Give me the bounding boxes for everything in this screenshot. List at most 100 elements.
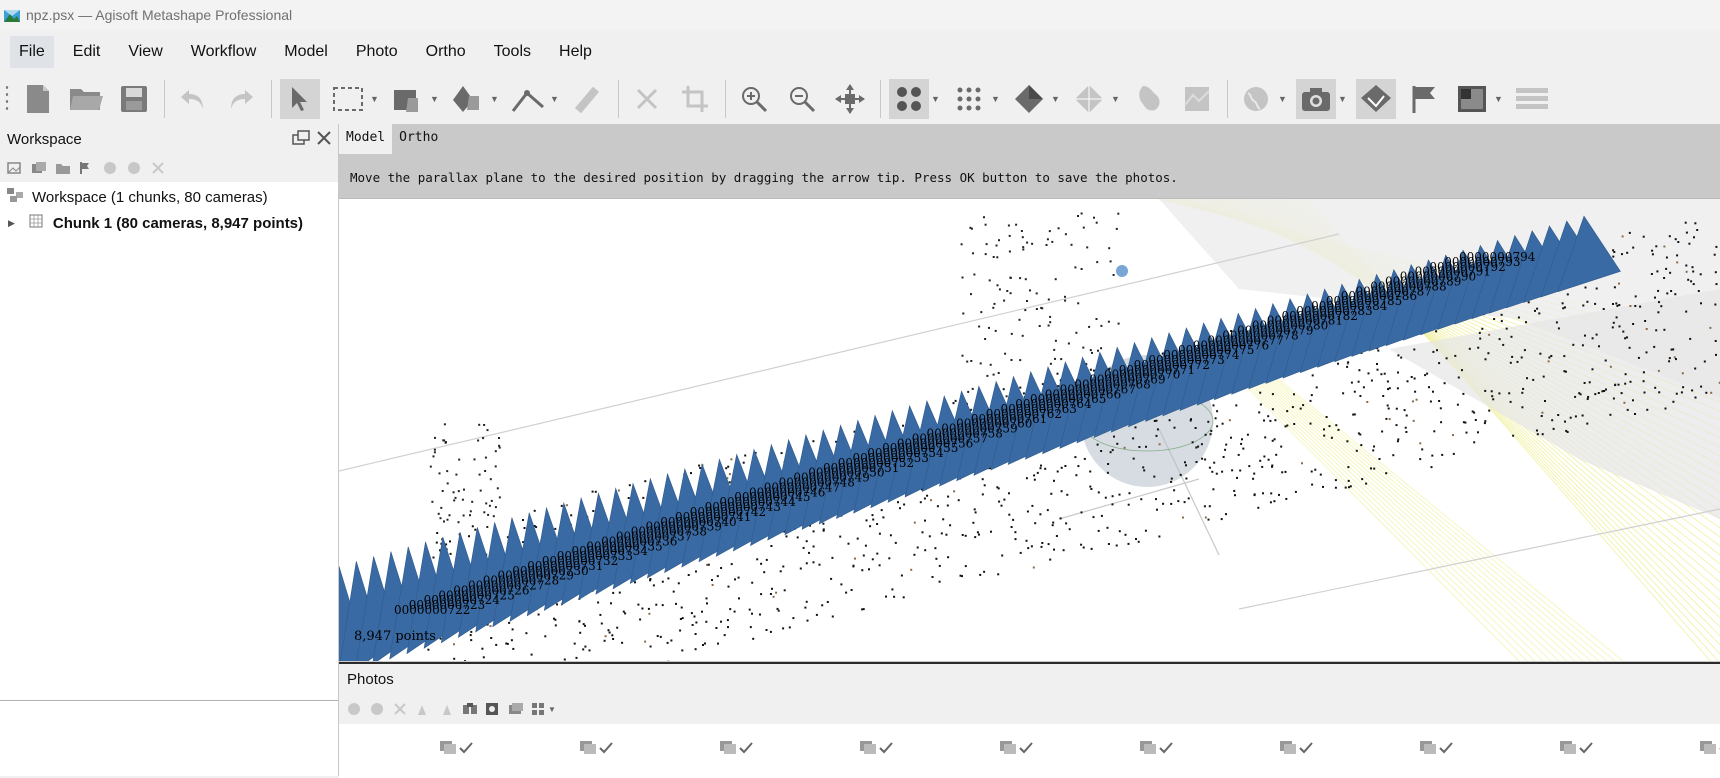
filter-cameras-icon[interactable] [462,702,476,716]
chevron-down-icon[interactable]: ▼ [1111,94,1121,104]
menu-tools[interactable]: Tools [485,36,540,68]
rectangle-selection-button[interactable] [328,79,368,119]
point [1312,374,1314,376]
point [1466,432,1468,434]
model-shaded-button[interactable] [1009,79,1049,119]
photo-thumbnail[interactable] [1419,738,1459,756]
point [644,641,646,643]
photo-thumbnail[interactable] [859,738,899,756]
show-cameras-button[interactable] [1296,79,1336,119]
move-region-button[interactable] [388,79,428,119]
new-project-button[interactable] [18,79,58,119]
menu-workflow[interactable]: Workflow [182,36,266,68]
add-folder-icon[interactable] [55,161,69,175]
chevron-down-icon[interactable]: ▼ [548,705,556,714]
add-marker-icon[interactable] [79,161,93,175]
tab-ortho[interactable]: Ortho [392,124,445,154]
grid-view-icon[interactable] [531,702,545,716]
menu-file[interactable]: File [10,36,54,68]
chevron-down-icon[interactable]: ▼ [370,94,380,104]
tree-item-chunk[interactable]: ▶ Chunk 1 (80 cameras, 8,947 points) [0,210,338,236]
photo-thumbnail[interactable] [719,738,759,756]
menu-photo[interactable]: Photo [347,36,407,68]
show-basemap-button[interactable] [1236,79,1276,119]
remove-icon[interactable] [151,161,165,175]
show-layers-button[interactable] [1512,79,1552,119]
reset-view-button[interactable] [830,79,870,119]
orthomosaic-button[interactable] [1177,79,1217,119]
point [962,355,964,357]
menu-edit[interactable]: Edit [64,36,110,68]
rotate-left-icon[interactable] [416,702,430,716]
chevron-down-icon[interactable]: ▼ [490,94,500,104]
tree-item-workspace[interactable]: Workspace (1 chunks, 80 cameras) [0,184,338,210]
point [1541,412,1543,414]
redo-button[interactable] [221,79,261,119]
chevron-down-icon[interactable]: ▼ [430,94,440,104]
menu-help[interactable]: Help [550,36,601,68]
view-mask-icon[interactable] [485,702,499,716]
show-images-button[interactable] [1452,79,1492,119]
rotate-right-icon[interactable] [439,702,453,716]
open-project-button[interactable] [66,79,106,119]
point [1665,408,1667,410]
point [1054,358,1056,360]
point [1207,421,1209,423]
navigation-tool-button[interactable] [280,79,320,119]
photo-thumbnail[interactable] [1139,738,1179,756]
zoom-out-button[interactable] [782,79,822,119]
point [1063,549,1065,551]
menu-ortho[interactable]: Ortho [417,36,475,68]
close-panel-icon[interactable] [316,130,332,151]
move-object-button[interactable] [448,79,488,119]
toolbar-grip[interactable] [4,84,10,114]
point [1025,278,1027,280]
remove-cameras-icon[interactable] [393,702,407,716]
chevron-down-icon[interactable]: ▼ [1338,94,1348,104]
save-project-button[interactable] [114,79,154,119]
ruler-tool-button[interactable] [508,79,548,119]
add-chunk-icon[interactable] [7,161,21,175]
menu-model[interactable]: Model [275,36,337,68]
add-photos-icon[interactable] [31,161,45,175]
show-region-button[interactable] [1356,79,1396,119]
chevron-down-icon[interactable]: ▼ [1051,94,1061,104]
undo-button[interactable] [173,79,213,119]
dense-cloud-button[interactable] [949,79,989,119]
show-details-icon[interactable] [508,702,522,716]
chevron-down-icon[interactable]: ▼ [1494,94,1504,104]
zoom-in-button[interactable] [734,79,774,119]
arrow-tip-handle[interactable] [1116,265,1128,277]
tiled-model-button[interactable] [1069,79,1109,119]
chevron-down-icon[interactable]: ▼ [550,94,560,104]
tab-model[interactable]: Model [339,124,392,154]
expand-arrow-icon[interactable]: ▶ [8,218,15,229]
enable-icon[interactable] [103,161,117,175]
menu-view[interactable]: View [119,36,171,68]
point [1329,425,1331,427]
point [1660,305,1662,307]
crop-selection-button[interactable] [675,79,715,119]
enable-cameras-icon[interactable] [347,702,361,716]
chevron-down-icon[interactable]: ▼ [991,94,1001,104]
point-cloud-button[interactable] [889,79,929,119]
photo-thumbnail[interactable] [999,738,1039,756]
photo-thumbnail[interactable] [1279,738,1319,756]
photo-thumbnail[interactable] [1559,738,1599,756]
photo-thumbnail[interactable] [439,738,479,756]
dem-button[interactable] [1129,79,1169,119]
disable-icon[interactable] [127,161,141,175]
show-markers-button[interactable] [1404,79,1444,119]
scene-canvas[interactable]: 0000000722000000072300000007240000000725… [339,199,1720,661]
disable-cameras-icon[interactable] [370,702,384,716]
photo-thumbnail[interactable] [579,738,619,756]
chevron-down-icon[interactable]: ▼ [1278,94,1288,104]
point [705,621,707,623]
point [997,284,999,286]
photo-thumbnail[interactable] [1699,738,1720,756]
chevron-down-icon[interactable]: ▼ [931,94,941,104]
delete-selection-button[interactable] [627,79,667,119]
draw-polyline-button[interactable] [568,79,608,119]
model-viewport[interactable]: 0000000722000000072300000007240000000725… [339,198,1720,661]
float-panel-icon[interactable] [292,130,310,151]
